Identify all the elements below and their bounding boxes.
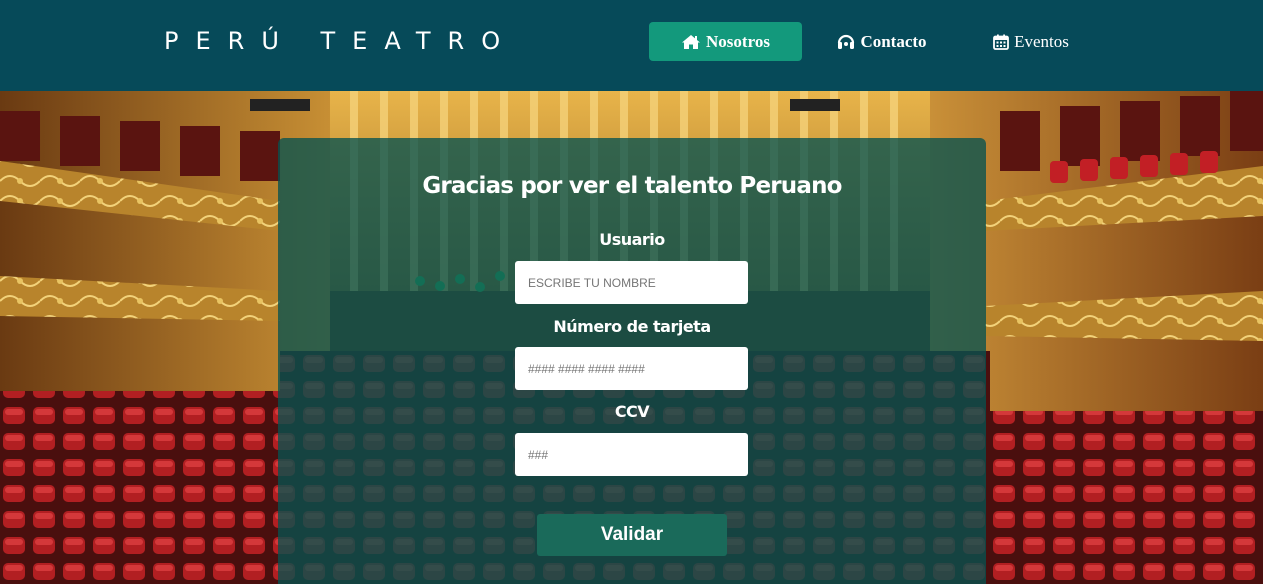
headset-icon (838, 34, 855, 49)
nav-nosotros-label: Nosotros (706, 31, 770, 51)
nav-contacto-button[interactable]: Contacto (831, 22, 933, 61)
usuario-label: Usuario (599, 230, 665, 249)
nav-eventos-button[interactable]: Eventos (987, 22, 1075, 61)
usuario-input[interactable] (515, 261, 748, 304)
card-number-label: Número de tarjeta (553, 317, 711, 336)
calendar-icon (993, 34, 1010, 50)
nav-contacto-label: Contacto (860, 31, 927, 51)
form-title: Gracias por ver el talento Peruano (422, 173, 842, 199)
brand-logo-text[interactable]: PERÚ TEATRO (164, 27, 517, 55)
top-navbar: PERÚ TEATRO Nosotros Contacto Eventos (0, 0, 1263, 91)
validar-button[interactable]: Validar (537, 514, 727, 556)
card-number-input[interactable] (515, 347, 748, 390)
ccv-label: CCV (614, 402, 650, 421)
nav-nosotros-button[interactable]: Nosotros (649, 22, 802, 61)
ccv-input[interactable] (515, 433, 748, 476)
payment-form-panel: Gracias por ver el talento Peruano Usuar… (278, 138, 986, 584)
home-icon (682, 34, 701, 49)
nav-eventos-label: Eventos (1014, 31, 1069, 51)
